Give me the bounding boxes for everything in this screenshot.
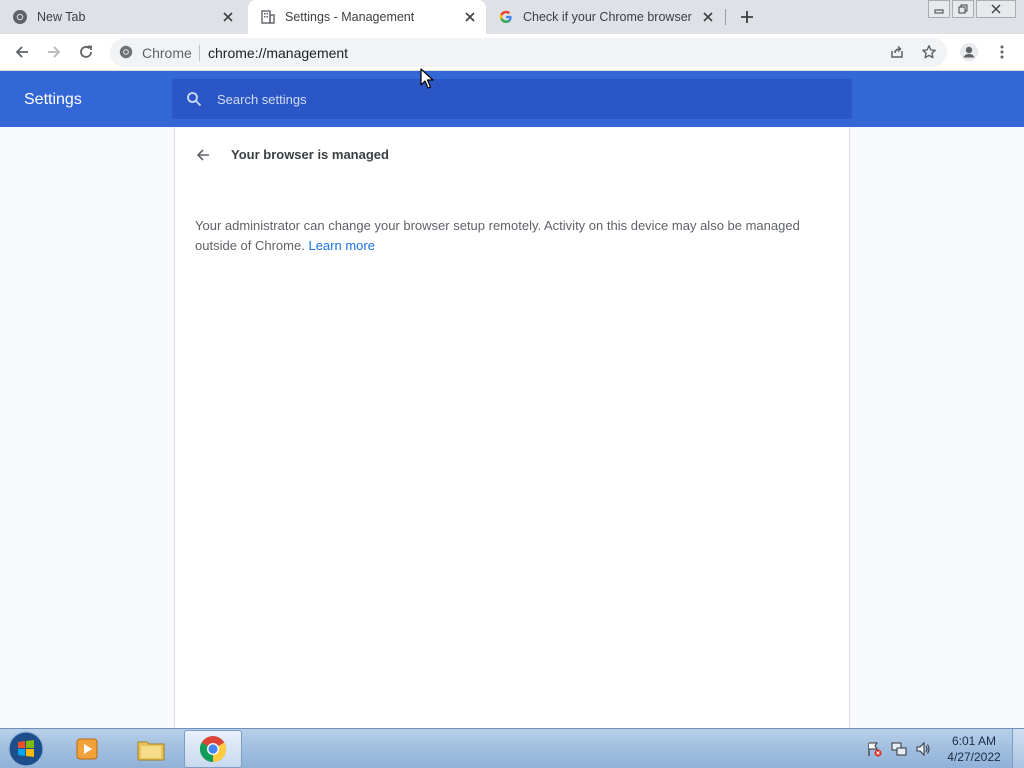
tab-title: Settings - Management [285, 10, 415, 24]
arrow-right-icon [48, 46, 61, 58]
windows-taskbar: 6:01 AM 4/27/2022 [0, 728, 1024, 768]
tab-title: New Tab [37, 10, 86, 24]
three-dots-icon [1000, 45, 1004, 59]
learn-more-link[interactable]: Learn more [308, 238, 374, 253]
description-text: Your administrator can change your brows… [195, 218, 800, 253]
mouse-cursor-icon [420, 68, 434, 89]
close-tab-icon[interactable] [700, 9, 716, 25]
menu-button[interactable] [990, 40, 1014, 64]
close-window-button[interactable] [976, 0, 1016, 18]
page-title: Your browser is managed [231, 147, 389, 162]
volume-icon[interactable] [915, 741, 931, 757]
clock-time: 6:01 AM [951, 734, 997, 748]
clock-date: 4/27/2022 [947, 750, 1001, 764]
management-description: Your administrator can change your brows… [195, 216, 825, 256]
address-bar[interactable]: Chrome chrome://management [110, 38, 947, 67]
forward-button[interactable] [42, 40, 66, 64]
windows-logo-icon [8, 731, 44, 767]
browser-toolbar: Chrome chrome://management [0, 34, 1024, 71]
plus-icon [741, 11, 753, 23]
chrome-taskbar-button[interactable] [184, 730, 242, 768]
start-button[interactable] [6, 730, 46, 768]
management-page: Your browser is managed Your administrat… [174, 127, 850, 728]
tab-check-chrome[interactable]: Check if your Chrome browser is [498, 0, 724, 34]
tab-settings-management[interactable]: Settings - Management [248, 0, 486, 34]
media-player-icon [76, 738, 98, 760]
chrome-icon [12, 9, 28, 25]
taskbar-clock[interactable]: 6:01 AM 4/27/2022 [942, 733, 1006, 765]
folder-icon [137, 741, 165, 761]
star-icon[interactable] [921, 44, 937, 60]
share-icon[interactable] [889, 44, 905, 60]
tab-strip: New Tab Settings - Management Check if y… [0, 0, 1024, 34]
reload-icon [80, 45, 92, 58]
back-button[interactable] [10, 40, 34, 64]
page-back-button[interactable] [193, 145, 213, 165]
network-icon[interactable] [891, 741, 907, 757]
site-chip: Chrome [142, 45, 192, 61]
avatar-icon [960, 43, 978, 61]
tab-new-tab[interactable]: New Tab [12, 0, 244, 34]
restore-button[interactable] [952, 0, 974, 18]
settings-search-box[interactable] [172, 79, 852, 119]
close-tab-icon[interactable] [462, 9, 478, 25]
settings-title: Settings [24, 91, 82, 108]
show-desktop-button[interactable] [1012, 729, 1024, 768]
close-tab-icon[interactable] [220, 9, 236, 25]
omnibox-divider [199, 45, 200, 61]
chrome-icon [119, 45, 133, 59]
reload-button[interactable] [74, 40, 98, 64]
explorer-taskbar-button[interactable] [122, 730, 180, 768]
arrow-left-icon [196, 149, 209, 161]
restore-icon [958, 4, 968, 14]
search-icon [187, 92, 202, 107]
minimize-button[interactable] [928, 0, 950, 18]
profile-button[interactable] [957, 40, 981, 64]
settings-header: Settings [0, 71, 1024, 127]
tab-separator [725, 9, 726, 25]
action-center-flag-icon[interactable] [866, 741, 882, 757]
media-player-taskbar-button[interactable] [58, 730, 116, 768]
arrow-left-icon [15, 46, 28, 58]
chrome-icon [199, 736, 227, 763]
building-icon [260, 9, 276, 25]
tab-title: Check if your Chrome browser is [523, 10, 695, 24]
close-icon [991, 4, 1001, 14]
minimize-icon [934, 9, 944, 14]
new-tab-button[interactable] [737, 7, 757, 27]
url-text[interactable]: chrome://management [208, 45, 348, 61]
google-icon [498, 9, 514, 25]
search-input[interactable] [217, 79, 837, 119]
